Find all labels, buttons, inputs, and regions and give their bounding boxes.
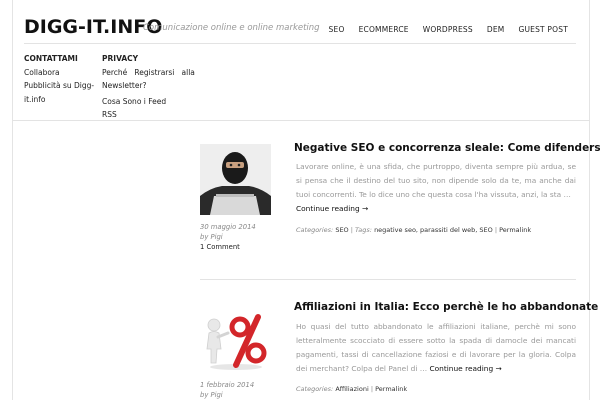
nav-seo[interactable]: SEO bbox=[329, 25, 345, 34]
menu-item-registrarsi[interactable]: Perché Registrarsi alla bbox=[102, 66, 195, 80]
hacker-image bbox=[200, 144, 271, 215]
post-taxonomy: Categories: Affiliazioni | Permalink bbox=[296, 385, 408, 393]
post-item: Negative SEO e concorrenza sleale: Come … bbox=[200, 140, 600, 252]
post-title[interactable]: Negative SEO e concorrenza sleale: Come … bbox=[294, 142, 600, 154]
privacy-menu: PRIVACY Perché Registrarsi alla Newslett… bbox=[102, 52, 195, 122]
contact-menu-heading: CONTATTAMI bbox=[24, 54, 78, 63]
top-navigation: SEO ECOMMERCE WORDPRESS DEM GUEST POST bbox=[315, 25, 568, 34]
tags-label: Tags: bbox=[355, 226, 372, 234]
permalink-link[interactable]: Permalink bbox=[375, 385, 407, 393]
post-author: by Pigi bbox=[200, 233, 223, 241]
continue-reading-link[interactable]: Continue reading → bbox=[296, 204, 368, 213]
blog-page: DIGG-IT.INFO Comunicazione online e onli… bbox=[0, 0, 600, 400]
post-excerpt: Ho quasi del tutto abbandonato le affili… bbox=[296, 320, 576, 376]
category-link[interactable]: Affiliazioni bbox=[335, 385, 368, 393]
menu-item-feed-rss[interactable]: Cosa Sono i Feed RSS bbox=[102, 95, 182, 122]
nav-dem[interactable]: DEM bbox=[487, 25, 505, 34]
site-logo[interactable]: DIGG-IT.INFO bbox=[24, 16, 162, 38]
category-link[interactable]: SEO bbox=[335, 226, 348, 234]
tag-links[interactable]: negative seo, parassiti del web, SEO bbox=[374, 226, 493, 234]
post-excerpt: Lavorare online, è una sfida, che purtro… bbox=[296, 160, 576, 216]
post-excerpt-text: Lavorare online, è una sfida, che purtro… bbox=[296, 162, 576, 199]
header-divider bbox=[24, 43, 576, 44]
percent-figure-image bbox=[200, 303, 271, 374]
menu-item-newsletter[interactable]: Newsletter? bbox=[102, 79, 182, 93]
permalink-link[interactable]: Permalink bbox=[499, 226, 531, 234]
post-item: Affiliazioni in Italia: Ecco perchè le h… bbox=[200, 298, 598, 400]
menu-item-collabora[interactable]: Collabora bbox=[24, 66, 104, 80]
post-author: by Pigi bbox=[200, 391, 223, 399]
categories-label: Categories: bbox=[296, 226, 334, 234]
post-meta: 1 febbraio 2014 by Pigi bbox=[200, 380, 254, 400]
nav-guest-post[interactable]: GUEST POST bbox=[518, 25, 568, 34]
continue-reading-link[interactable]: Continue reading → bbox=[429, 364, 501, 373]
privacy-menu-heading: PRIVACY bbox=[102, 54, 139, 63]
post-date: 30 maggio 2014 bbox=[200, 223, 256, 231]
nav-ecommerce[interactable]: ECOMMERCE bbox=[359, 25, 409, 34]
post-title[interactable]: Affiliazioni in Italia: Ecco perchè le h… bbox=[294, 301, 598, 313]
comments-link[interactable]: 1 Comment bbox=[200, 243, 240, 251]
post-date: 1 febbraio 2014 bbox=[200, 381, 255, 389]
post-taxonomy: Categories: SEO | Tags: negative seo, pa… bbox=[296, 226, 532, 234]
post-meta: 30 maggio 2014 by Pigi 1 Comment bbox=[200, 222, 256, 252]
menu-divider bbox=[12, 120, 590, 121]
post-divider bbox=[200, 279, 576, 280]
contact-menu: CONTATTAMI Collabora Pubblicità su Digg-… bbox=[24, 52, 104, 106]
nav-wordpress[interactable]: WORDPRESS bbox=[423, 25, 473, 34]
site-tagline: Comunicazione online e online marketing bbox=[143, 23, 320, 33]
categories-label: Categories: bbox=[296, 385, 334, 393]
menu-item-pubblicita[interactable]: Pubblicità su Digg-it.info bbox=[24, 79, 104, 106]
post-thumbnail-hacker[interactable] bbox=[200, 144, 271, 215]
post-thumbnail-percent[interactable] bbox=[200, 303, 271, 374]
